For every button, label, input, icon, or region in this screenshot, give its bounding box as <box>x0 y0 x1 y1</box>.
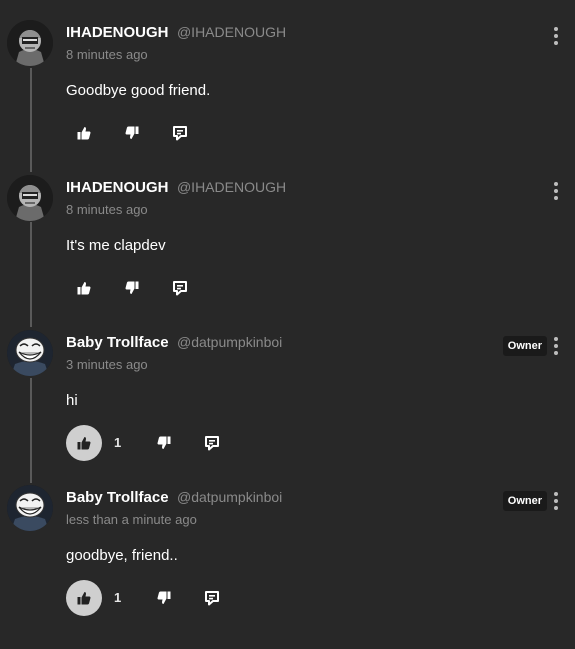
comment-header: IHADENOUGH @IHADENOUGH <box>66 24 286 44</box>
reply-icon <box>205 591 219 606</box>
dislike-button[interactable] <box>146 580 182 616</box>
comment-text: hi <box>66 392 78 409</box>
user-avatar[interactable] <box>7 175 53 221</box>
more-options-button[interactable] <box>551 26 561 46</box>
like-button[interactable] <box>66 270 102 306</box>
trollface-avatar-icon <box>7 330 53 376</box>
comment-header: Baby Trollface @datpumpkinboi <box>66 334 282 354</box>
dislike-button[interactable] <box>114 270 150 306</box>
comment-header: IHADENOUGH @IHADENOUGH <box>66 179 286 199</box>
like-button[interactable] <box>66 580 102 616</box>
username[interactable]: Baby Trollface <box>66 334 169 351</box>
comment: Baby Trollface @datpumpkinboi Owner less… <box>0 485 575 640</box>
user-avatar[interactable] <box>7 330 53 376</box>
timestamp: 8 minutes ago <box>66 202 148 217</box>
reply-icon <box>173 281 187 296</box>
like-button[interactable] <box>66 425 102 461</box>
more-options-button[interactable] <box>551 491 561 511</box>
thumbs-down-icon <box>125 281 139 294</box>
like-count: 1 <box>114 435 122 450</box>
dislike-button[interactable] <box>146 425 182 461</box>
more-vertical-icon <box>554 492 558 510</box>
thumbs-up-icon <box>77 437 91 450</box>
user-handle[interactable]: @datpumpkinboi <box>177 489 282 505</box>
thumbs-down-icon <box>157 591 171 604</box>
reply-button[interactable] <box>194 580 230 616</box>
comment: Baby Trollface @datpumpkinboi Owner 3 mi… <box>0 330 575 485</box>
ghost-avatar-icon <box>7 175 53 221</box>
timestamp: less than a minute ago <box>66 512 197 527</box>
more-vertical-icon <box>554 27 558 45</box>
like-button[interactable] <box>66 115 102 151</box>
comment-text: Goodbye good friend. <box>66 82 211 99</box>
more-vertical-icon <box>554 337 558 355</box>
comment-text: goodbye, friend.. <box>66 547 178 564</box>
thumbs-down-icon <box>125 126 139 139</box>
user-avatar[interactable] <box>7 20 53 66</box>
timestamp: 3 minutes ago <box>66 357 148 372</box>
thumbs-up-icon <box>77 592 91 605</box>
comment-header: Baby Trollface @datpumpkinboi <box>66 489 282 509</box>
like-count: 1 <box>114 590 122 605</box>
comment-feed: IHADENOUGH @IHADENOUGH 8 minutes ago Goo… <box>0 0 575 649</box>
trollface-avatar-icon <box>7 485 53 531</box>
thumbs-up-icon <box>77 127 91 140</box>
username[interactable]: Baby Trollface <box>66 489 169 506</box>
more-options-button[interactable] <box>551 336 561 356</box>
user-avatar[interactable] <box>7 485 53 531</box>
user-handle[interactable]: @datpumpkinboi <box>177 334 282 350</box>
user-handle[interactable]: @IHADENOUGH <box>177 24 286 40</box>
reply-icon <box>205 436 219 451</box>
reply-button[interactable] <box>162 270 198 306</box>
reply-button[interactable] <box>162 115 198 151</box>
more-options-button[interactable] <box>551 181 561 201</box>
timestamp: 8 minutes ago <box>66 47 148 62</box>
more-vertical-icon <box>554 182 558 200</box>
owner-badge: Owner <box>502 336 547 356</box>
reply-icon <box>173 126 187 141</box>
comment: IHADENOUGH @IHADENOUGH 8 minutes ago Goo… <box>0 20 575 175</box>
user-handle[interactable]: @IHADENOUGH <box>177 179 286 195</box>
thumbs-down-icon <box>157 436 171 449</box>
reply-button[interactable] <box>194 425 230 461</box>
username[interactable]: IHADENOUGH <box>66 179 169 196</box>
dislike-button[interactable] <box>114 115 150 151</box>
comment: IHADENOUGH @IHADENOUGH 8 minutes ago It'… <box>0 175 575 330</box>
ghost-avatar-icon <box>7 20 53 66</box>
username[interactable]: IHADENOUGH <box>66 24 169 41</box>
owner-badge: Owner <box>502 491 547 511</box>
thumbs-up-icon <box>77 282 91 295</box>
comment-text: It's me clapdev <box>66 237 166 254</box>
